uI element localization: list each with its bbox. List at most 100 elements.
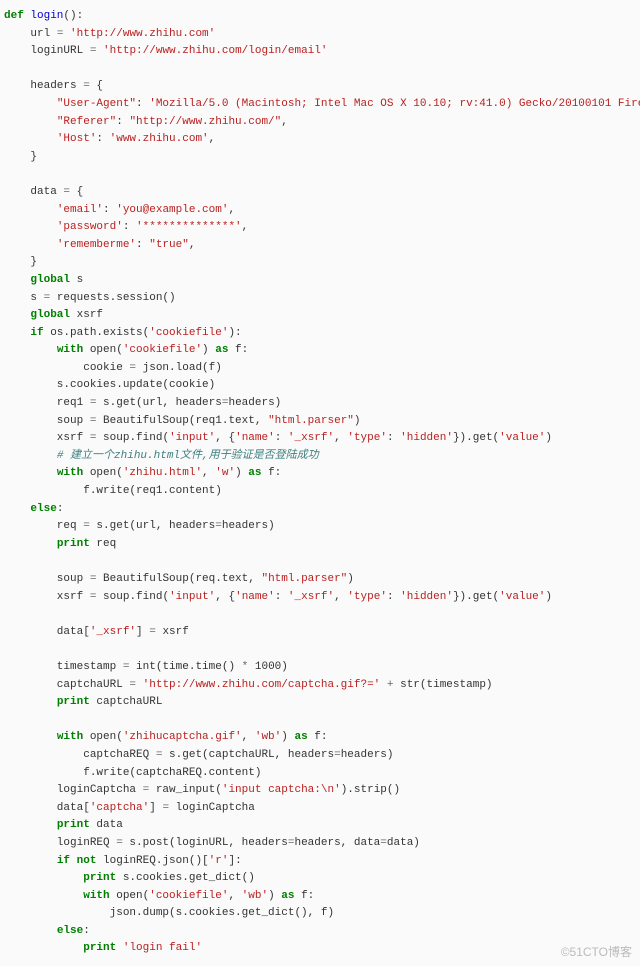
code-token: = (83, 80, 90, 92)
code-token (4, 274, 30, 286)
code-token: 'wb' (242, 890, 268, 902)
code-token: as (248, 467, 261, 479)
code-token: : (275, 591, 288, 603)
code-token: data (4, 186, 63, 198)
code-token: loginCaptcha (4, 784, 143, 796)
code-token (4, 731, 57, 743)
code-token (4, 855, 57, 867)
code-token: print (83, 872, 116, 884)
code-token: timestamp (4, 661, 123, 673)
code-token (4, 309, 30, 321)
code-token: with (83, 890, 109, 902)
code-token: : (387, 591, 400, 603)
code-token: headers (4, 80, 83, 92)
code-token: 'w' (215, 467, 235, 479)
code-token: = (83, 520, 90, 532)
code-token: 'zhihu.html' (123, 467, 202, 479)
code-token: , { (215, 591, 235, 603)
code-token: str(timestamp) (394, 679, 493, 691)
code-token: , (334, 432, 347, 444)
code-token: 'email' (57, 204, 103, 216)
code-token: 'rememberme' (57, 239, 136, 251)
code-token: : (57, 503, 64, 515)
code-token: s (4, 292, 44, 304)
code-token: '_xsrf' (288, 432, 334, 444)
code-token: as (294, 731, 307, 743)
code-token (4, 890, 83, 902)
code-token: print (57, 538, 90, 550)
code-token: 'input' (169, 432, 215, 444)
code-token: print (57, 819, 90, 831)
code-token: s.get(url, headers (96, 397, 221, 409)
code-token (380, 679, 387, 691)
code-token: 'name' (235, 591, 275, 603)
code-token: = (380, 837, 387, 849)
code-token: xsrf (156, 626, 189, 638)
code-token: 'you@example.com' (116, 204, 228, 216)
code-token: 'Host' (57, 133, 97, 145)
code-token (4, 942, 83, 954)
code-token: if (57, 855, 70, 867)
code-token: : (387, 432, 400, 444)
code-token: ) (281, 661, 288, 673)
code-token: (): (63, 10, 83, 22)
code-token: : (275, 432, 288, 444)
code-token: : (123, 221, 136, 233)
code-token: soup.find( (96, 591, 169, 603)
code-token (4, 450, 57, 462)
code-token: loginURL (4, 45, 90, 57)
code-token (4, 467, 57, 479)
code-token: 1000 (255, 661, 281, 673)
code-token: req (90, 538, 116, 550)
code-token: "User-Agent" (57, 98, 136, 110)
code-token: 'www.zhihu.com' (110, 133, 209, 145)
code-token: as (281, 890, 294, 902)
code-token: "html.parser" (268, 415, 354, 427)
code-token: , (202, 467, 215, 479)
code-token: 'input' (169, 591, 215, 603)
code-token: login (30, 10, 63, 22)
code-token: cookie (4, 362, 129, 374)
code-token: , (189, 239, 196, 251)
code-token: url (4, 28, 57, 40)
code-token (4, 696, 57, 708)
code-token: 'captcha' (90, 802, 149, 814)
code-token: ] (136, 626, 149, 638)
code-token: 'hidden' (400, 432, 453, 444)
code-token: json.load(f) (136, 362, 222, 374)
code-token: : (83, 925, 90, 937)
code-token: 'zhihucaptcha.gif' (123, 731, 242, 743)
code-token: with (57, 467, 83, 479)
watermark-text: ©51CTO博客 (561, 943, 632, 962)
code-token: , (242, 731, 255, 743)
code-token: global (30, 274, 70, 286)
code-token: else (30, 503, 56, 515)
code-token: ) (235, 467, 248, 479)
code-token: 'cookiefile' (123, 344, 202, 356)
code-token: }).get( (453, 591, 499, 603)
code-token: 'http://www.zhihu.com/login/email' (103, 45, 327, 57)
code-token (4, 344, 57, 356)
code-token: req (4, 520, 83, 532)
code-token: req1 (4, 397, 90, 409)
code-token: } (4, 256, 37, 268)
code-token: s.cookies.update(cookie) (4, 379, 215, 391)
code-token: os.path.exists( (44, 327, 150, 339)
code-token: "http://www.zhihu.com/" (129, 116, 281, 128)
code-token: : (96, 133, 109, 145)
code-token: data (90, 819, 123, 831)
code-token: open( (83, 467, 123, 479)
code-token: int(time.time() (129, 661, 241, 673)
code-token (4, 925, 57, 937)
code-token (4, 204, 57, 216)
code-token: , (242, 221, 249, 233)
code-token: loginREQ (4, 837, 116, 849)
code-token: ) (202, 344, 215, 356)
code-token: else (57, 925, 83, 937)
code-token: data[ (4, 626, 90, 638)
code-token: global (30, 309, 70, 321)
code-token: + (387, 679, 394, 691)
code-token: headers) (341, 749, 394, 761)
code-token: = (288, 837, 295, 849)
code-token: 'type' (347, 591, 387, 603)
